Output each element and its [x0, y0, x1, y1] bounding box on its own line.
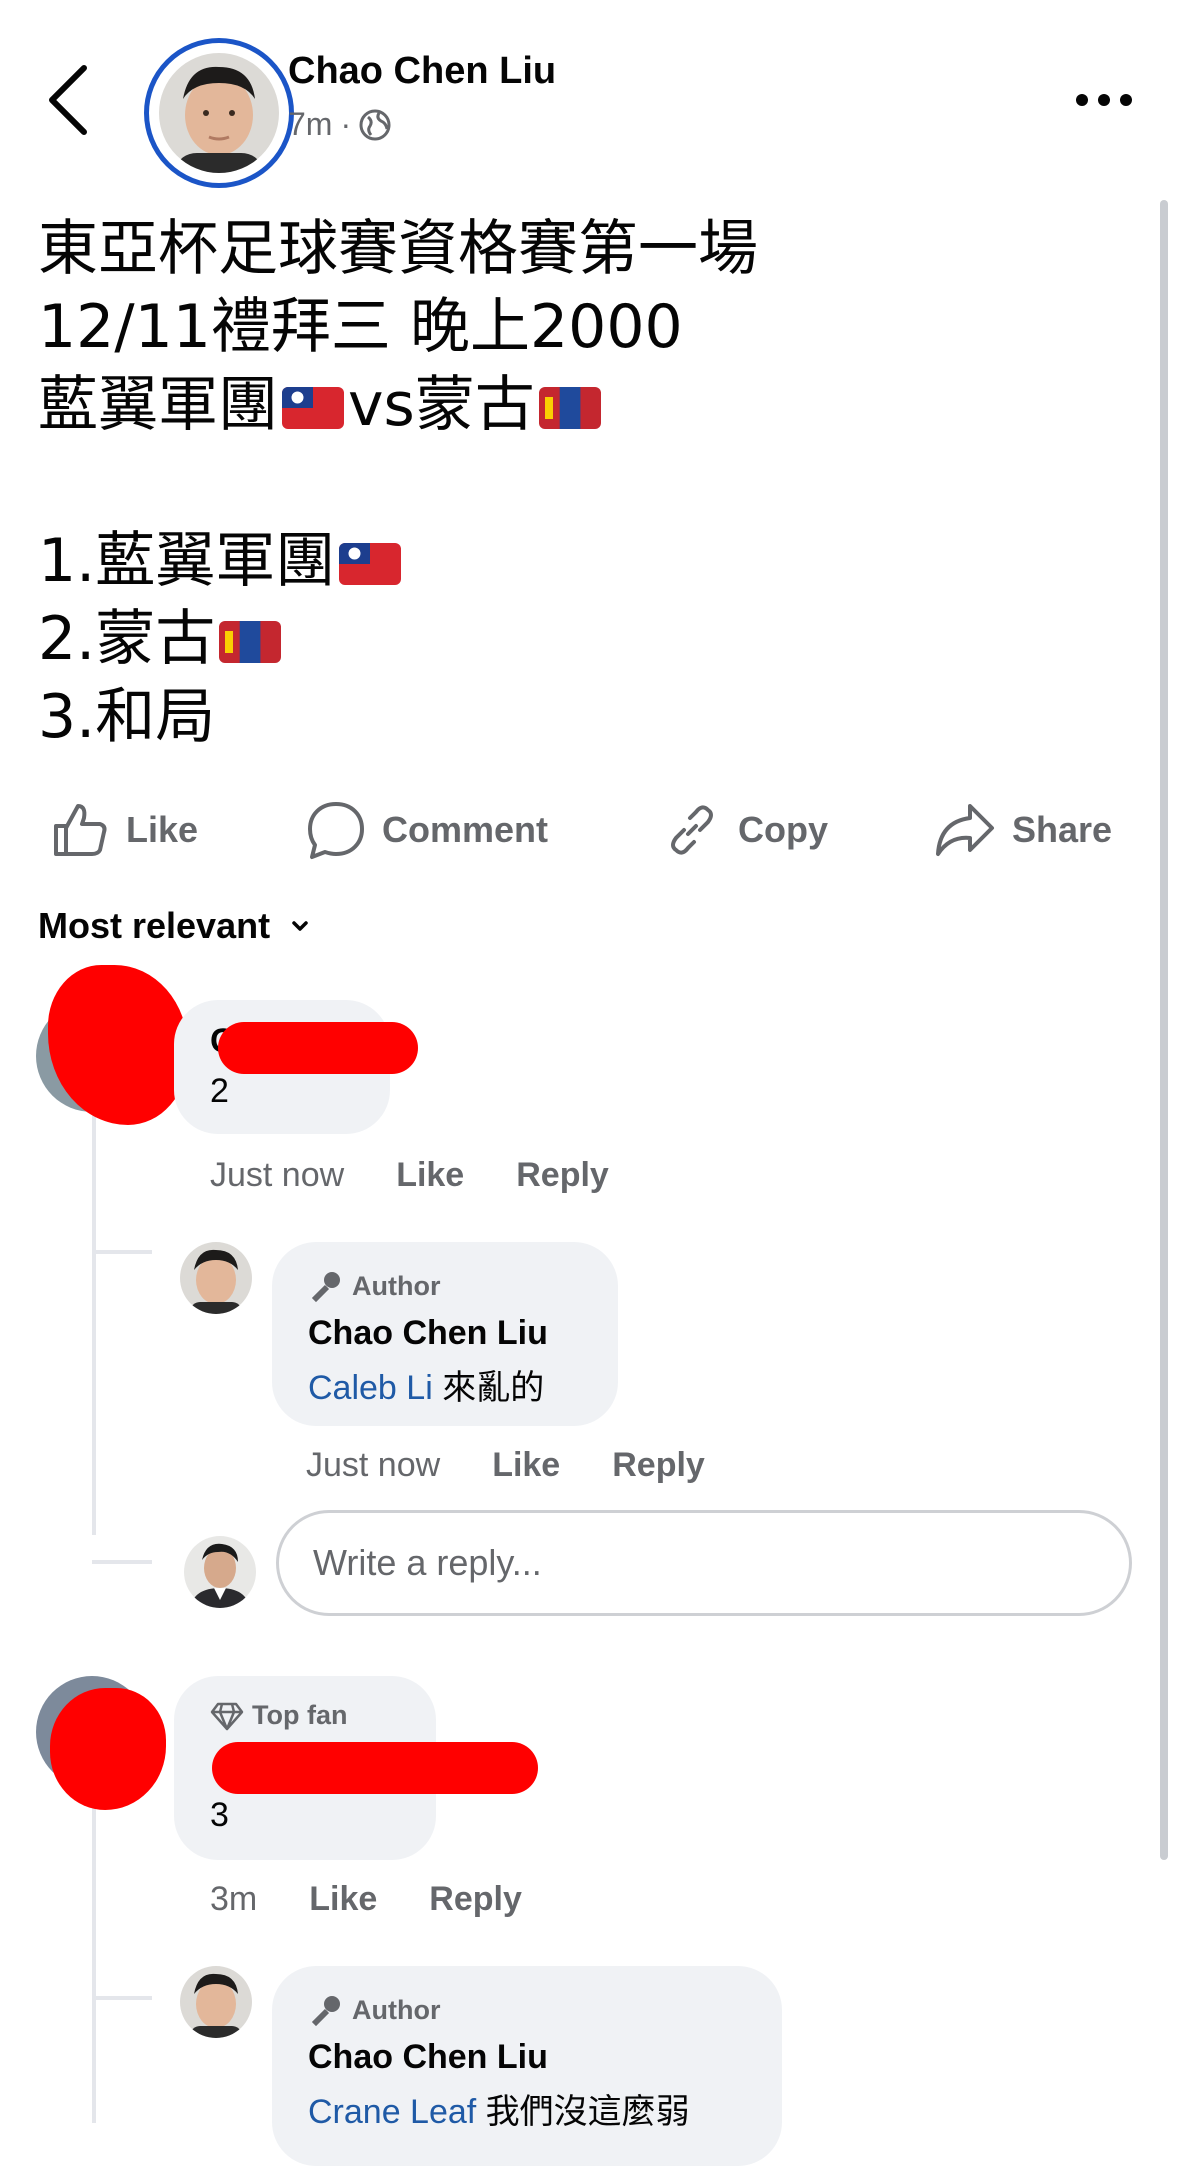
reply-reply-button[interactable]: Reply [612, 1446, 705, 1485]
reply-actions: Just now Like Reply [306, 1446, 705, 1485]
reply-author-avatar[interactable] [180, 1242, 252, 1314]
reply-text: Caleb Li 來亂的 [308, 1369, 545, 1407]
share-label: Share [1012, 809, 1113, 850]
post-meta: 7m · [288, 106, 391, 143]
share-button[interactable]: Share [934, 790, 1112, 870]
reply-like-button[interactable]: Like [492, 1446, 560, 1485]
mongolia-flag-icon [538, 387, 601, 430]
reply-input-placeholder: Write a reply... [313, 1542, 542, 1583]
post-line-date: 12/11禮拜三 晚上2000 [38, 292, 683, 362]
redaction-mark [50, 1688, 166, 1810]
reply-time: Just now [306, 1446, 441, 1484]
post-option-3: 3.和局 [38, 682, 216, 752]
post-option-2: 2.蒙古 [38, 600, 1118, 678]
microphone-icon [311, 1272, 340, 1303]
top-fan-badge: Top fan [210, 1700, 347, 1731]
like-button[interactable]: Like [50, 790, 198, 870]
author-avatar[interactable] [144, 38, 294, 188]
author-badge: Author [308, 1992, 440, 2028]
author-badge-label: Author [352, 1270, 441, 1301]
comment-button[interactable]: Comment [306, 790, 548, 870]
redaction-mark [212, 1742, 538, 1794]
mention-link[interactable]: Crane Leaf [308, 2093, 476, 2131]
post-line-blank [38, 444, 1118, 522]
share-icon [936, 804, 994, 856]
thread-line [92, 1760, 96, 2123]
chevron-left-icon [49, 65, 87, 135]
link-icon [671, 805, 713, 855]
comment-time: 3m [210, 1880, 258, 1918]
post-text: 東亞杯足球賽資格賽第一場 12/11禮拜三 晚上2000 藍翼軍團 vs蒙古 1.… [38, 210, 1118, 756]
post-line-matchup: 藍翼軍團 vs蒙古 [38, 366, 1118, 444]
more-horizontal-icon [1076, 94, 1132, 106]
redaction-mark [218, 1022, 418, 1074]
avatar-image [159, 53, 279, 173]
thumbs-up-icon [54, 804, 107, 856]
author-badge-label: Author [352, 1994, 441, 2025]
comment-like-button[interactable]: Like [309, 1880, 377, 1919]
thread-branch [92, 1996, 152, 2000]
reply-author-avatar[interactable] [180, 1966, 252, 2038]
mention-link[interactable]: Caleb Li [308, 1369, 433, 1407]
versus-label: vs [348, 370, 415, 440]
comment-icon [308, 802, 364, 859]
thread-branch [92, 1250, 152, 1254]
current-user-avatar [184, 1536, 256, 1608]
copy-label: Copy [738, 809, 828, 850]
diamond-icon [210, 1702, 244, 1730]
more-options-button[interactable] [1070, 80, 1140, 120]
post-option-1: 1.藍翼軍團 [38, 522, 1118, 600]
comment-actions: 3m Like Reply [210, 1880, 522, 1919]
scrollbar[interactable] [1160, 200, 1168, 1860]
comment-reply-button[interactable]: Reply [429, 1880, 522, 1919]
comment-label: Comment [382, 809, 549, 850]
microphone-icon [311, 1996, 340, 2027]
globe-icon [359, 109, 391, 140]
comment-actions: Just now Like Reply [210, 1156, 609, 1195]
mongolia-flag-icon [219, 621, 282, 664]
comment-text: 3 [210, 1796, 229, 1834]
post-author-name[interactable]: Chao Chen Liu [288, 50, 556, 93]
reply-bubble[interactable]: Author Chao Chen Liu Crane Leaf 我們沒這麼弱 [272, 1966, 782, 2166]
comment-sort-dropdown[interactable]: Most relevant [38, 905, 310, 947]
thread-line [92, 1085, 96, 1535]
reply-input[interactable]: Write a reply... [276, 1510, 1132, 1616]
author-badge: Author [308, 1268, 440, 1304]
comment-text: 2 [210, 1072, 229, 1110]
meta-separator: · [340, 106, 352, 142]
taiwan-flag-icon [339, 543, 402, 586]
comment-time: Just now [210, 1156, 345, 1194]
reply-bubble[interactable]: Author Chao Chen Liu Caleb Li 來亂的 [272, 1242, 618, 1426]
comment-reply-button[interactable]: Reply [516, 1156, 609, 1195]
sort-label: Most relevant [38, 905, 271, 946]
reply-author-name[interactable]: Chao Chen Liu [308, 1314, 548, 1353]
taiwan-flag-icon [282, 387, 344, 430]
team-b: 蒙古 [414, 370, 535, 440]
reply-text: Crane Leaf 我們沒這麼弱 [308, 2093, 690, 2131]
chevron-down-icon [292, 921, 308, 931]
top-fan-label: Top fan [252, 1700, 348, 1730]
like-label: Like [126, 809, 199, 850]
thread-branch [92, 1560, 152, 1564]
team-a: 藍翼軍團 [38, 370, 278, 440]
reply-author-name[interactable]: Chao Chen Liu [308, 2038, 548, 2077]
post-time[interactable]: 7m [288, 106, 332, 143]
comment-like-button[interactable]: Like [396, 1156, 464, 1195]
post-line-title: 東亞杯足球賽資格賽第一場 [38, 214, 758, 284]
back-button[interactable] [40, 60, 100, 140]
copy-button[interactable]: Copy [662, 790, 828, 870]
